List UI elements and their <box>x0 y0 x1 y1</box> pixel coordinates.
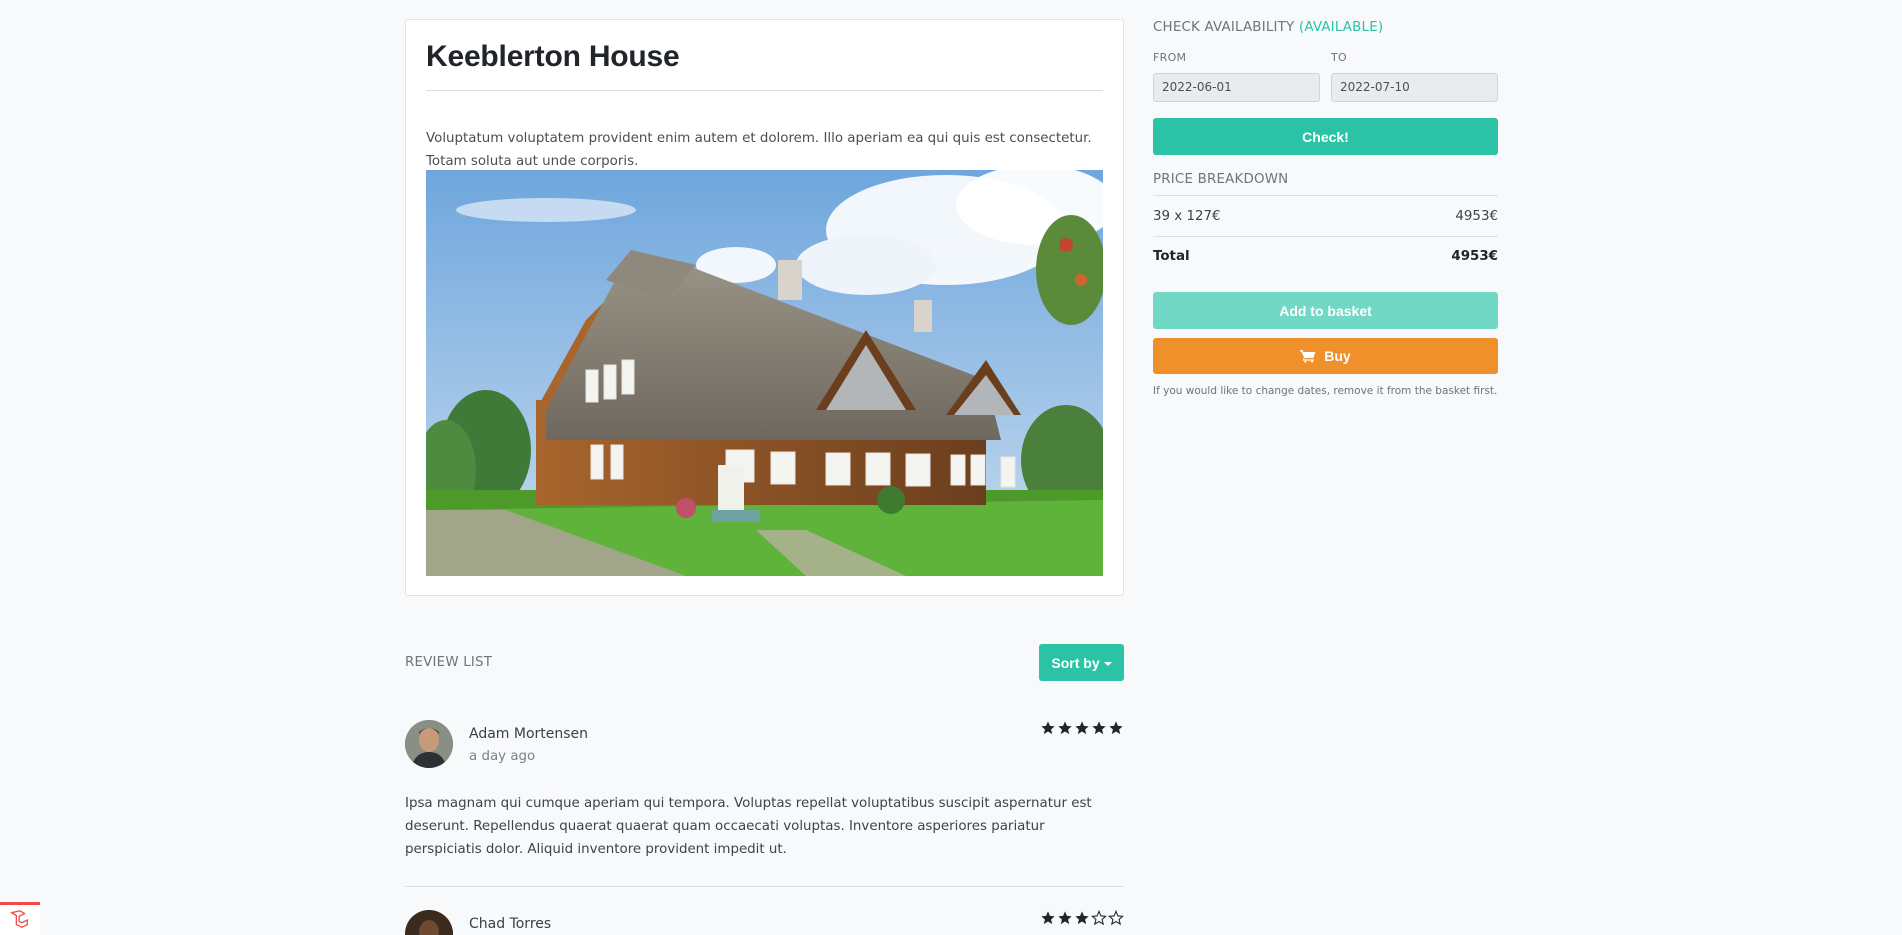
title-divider <box>426 90 1103 91</box>
cart-icon <box>1300 350 1316 363</box>
buy-button[interactable]: Buy <box>1153 338 1498 374</box>
buy-label: Buy <box>1324 348 1351 364</box>
from-label: FROM <box>1153 51 1187 64</box>
price-line-value: 4953€ <box>1455 209 1498 224</box>
to-label: TO <box>1331 51 1347 64</box>
from-date-input[interactable]: 2022-06-01 <box>1153 73 1320 102</box>
listing-title: Keeblerton House <box>426 40 680 73</box>
check-button[interactable]: Check! <box>1153 118 1498 155</box>
caret-down-icon <box>1103 661 1112 666</box>
review-list-heading: REVIEW LIST <box>405 655 493 670</box>
star-icon <box>1041 721 1055 735</box>
price-total: Total 4953€ <box>1153 249 1498 264</box>
star-icon <box>1041 911 1055 925</box>
sort-by-button[interactable]: Sort by <box>1039 644 1124 681</box>
add-to-basket-button[interactable]: Add to basket <box>1153 292 1498 329</box>
basket-note: If you would like to change dates, remov… <box>1153 385 1498 397</box>
price-line: 39 x 127€ 4953€ <box>1153 209 1498 224</box>
star-outline-icon <box>1091 910 1107 926</box>
avatar <box>405 910 453 935</box>
avatar <box>405 720 453 768</box>
price-total-label: Total <box>1153 249 1190 264</box>
logo-glyph <box>10 910 28 929</box>
review-item: Chad Torres <box>405 910 1124 935</box>
reviewer-name: Adam Mortensen <box>469 726 589 742</box>
listing-description: Voluptatum voluptatem provident enim aut… <box>426 131 1092 169</box>
review-time: a day ago <box>469 749 536 764</box>
star-icon <box>1092 721 1106 735</box>
review-divider <box>405 886 1124 887</box>
availability-status: (AVAILABLE) <box>1298 20 1384 35</box>
price-breakdown-heading: PRICE BREAKDOWN <box>1153 172 1289 187</box>
star-icon <box>1075 911 1089 925</box>
price-total-value: 4953€ <box>1451 249 1498 264</box>
price-divider <box>1153 236 1498 237</box>
laravel-logo-icon[interactable] <box>0 902 40 935</box>
sort-by-label: Sort by <box>1051 654 1100 671</box>
review-item: Adam Mortensen a day ago Ipsa magnam qui… <box>405 720 1124 890</box>
reviewer-name: Chad Torres <box>469 916 552 932</box>
star-icon <box>1058 721 1072 735</box>
star-outline-icon <box>1108 910 1124 926</box>
price-line-label: 39 x 127€ <box>1153 209 1221 224</box>
star-icon <box>1058 911 1072 925</box>
review-text: Ipsa magnam qui cumque aperiam qui tempo… <box>405 796 1092 857</box>
listing-photo <box>426 170 1103 576</box>
listing-card: Keeblerton House Voluptatum voluptatem p… <box>405 19 1124 596</box>
star-icon <box>1109 721 1123 735</box>
price-divider <box>1153 195 1498 196</box>
availability-heading: CHECK AVAILABILITY (AVAILABLE) <box>1153 20 1383 35</box>
to-date-input[interactable]: 2022-07-10 <box>1331 73 1498 102</box>
rating-stars <box>1040 720 1124 736</box>
availability-heading-text: CHECK AVAILABILITY <box>1153 20 1295 35</box>
star-icon <box>1075 721 1089 735</box>
rating-stars <box>1040 910 1124 926</box>
